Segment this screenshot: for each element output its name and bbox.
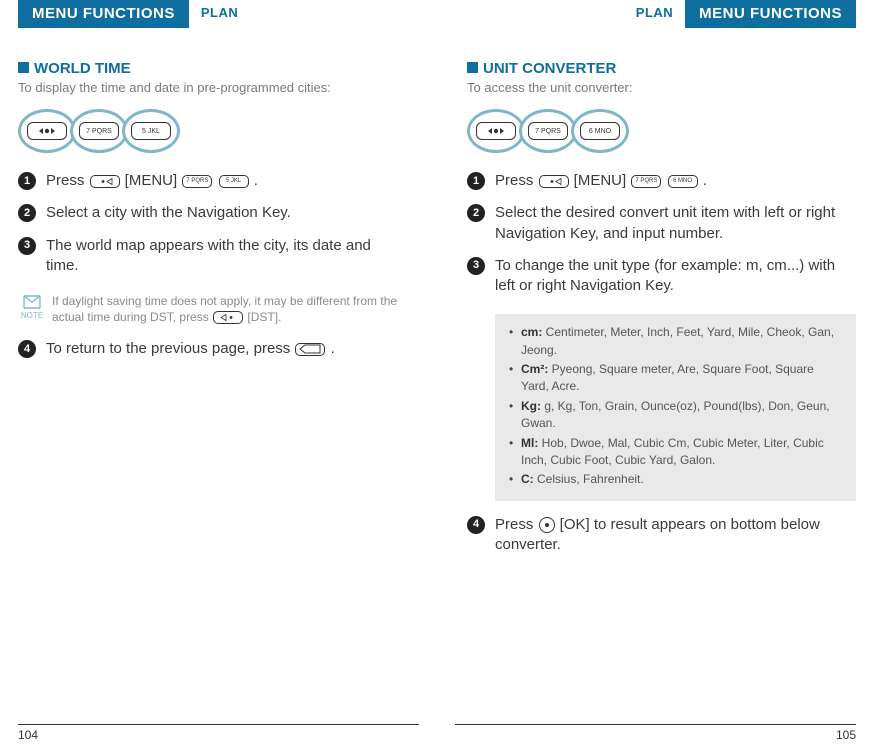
unit-cm: cm: Centimeter, Meter, Inch, Feet, Yard,… xyxy=(509,324,844,359)
step1-text-a: Press xyxy=(46,172,89,189)
unit-c: C: Celsius, Fahrenheit. xyxy=(509,471,844,488)
key-dpad-icon xyxy=(18,109,76,153)
unit-info-box: cm: Centimeter, Meter, Inch, Feet, Yard,… xyxy=(495,314,856,501)
step-num-3-icon: 3 xyxy=(18,237,36,255)
unit-cm2: Cm²: Pyeong, Square meter, Are, Square F… xyxy=(509,361,844,396)
step-num-2-icon: 2 xyxy=(467,204,485,222)
unit-kg: Kg: g, Kg, Ton, Grain, Ounce(oz), Pound(… xyxy=(509,398,844,433)
step-num-2-icon: 2 xyxy=(18,204,36,222)
tab-plan-right: PLAN xyxy=(624,0,685,26)
page-number-left: 104 xyxy=(18,728,38,742)
section-title-world-time: WORLD TIME xyxy=(18,60,407,77)
step-1-right: 1 Press [MENU] 7 PQRS 6 MNO . xyxy=(467,171,856,191)
header-left: MENU FUNCTIONS PLAN xyxy=(18,0,407,32)
softkey-right-mini-icon xyxy=(213,311,243,324)
key-6-icon: 6 MNO xyxy=(571,109,629,153)
rstep2-text: Select the desired convert unit item wit… xyxy=(495,203,856,244)
page-left: MENU FUNCTIONS PLAN WORLD TIME To displa… xyxy=(0,0,437,754)
header-right: PLAN MENU FUNCTIONS xyxy=(467,0,856,32)
step1-text-c: . xyxy=(250,172,258,189)
rstep1-text-b: [MENU] xyxy=(570,172,631,189)
note-icon: NOTE xyxy=(18,294,46,321)
step4-text-b: . xyxy=(326,340,334,357)
unit-ml: Ml: Hob, Dwoe, Mal, Cubic Cm, Cubic Mete… xyxy=(509,435,844,470)
tab-menu-functions: MENU FUNCTIONS xyxy=(18,0,189,28)
unit-converter-heading: UNIT CONVERTER xyxy=(483,60,616,77)
step-2: 2 Select a city with the Navigation Key. xyxy=(18,203,407,223)
step4-text-a: To return to the previous page, press xyxy=(46,340,294,357)
step-num-1-icon: 1 xyxy=(467,172,485,190)
page-right: PLAN MENU FUNCTIONS UNIT CONVERTER To ac… xyxy=(437,0,874,754)
softkey-left-icon xyxy=(539,175,569,188)
step3-text: The world map appears with the city, its… xyxy=(46,236,407,277)
key-7-mini-icon: 7 PQRS xyxy=(631,175,661,188)
step-num-4-icon: 4 xyxy=(467,516,485,534)
key-sequence-right: 7 PQRS 6 MNO xyxy=(467,109,856,153)
step-num-1-icon: 1 xyxy=(18,172,36,190)
key-sequence-left: 7 PQRS 5 JKL xyxy=(18,109,407,153)
step-3: 3 The world map appears with the city, i… xyxy=(18,236,407,277)
footer-left: 104 xyxy=(18,724,419,742)
tab-plan: PLAN xyxy=(189,0,250,26)
key-5-icon: 5 JKL xyxy=(122,109,180,153)
note-block: NOTE If daylight saving time does not ap… xyxy=(18,294,407,325)
note-label: NOTE xyxy=(18,311,46,321)
tab-menu-functions-right: MENU FUNCTIONS xyxy=(685,0,856,28)
unit-converter-subtitle: To access the unit converter: xyxy=(467,80,856,95)
step-1: 1 Press [MENU] 7 PQRS 5 JKL . xyxy=(18,171,407,191)
key-7-icon: 7 PQRS xyxy=(70,109,128,153)
footer-right: 105 xyxy=(455,724,856,742)
rstep3-text: To change the unit type (for example: m,… xyxy=(495,256,856,297)
clr-key-icon xyxy=(295,343,325,356)
world-time-subtitle: To display the time and date in pre-prog… xyxy=(18,80,407,95)
step1-text-b: [MENU] xyxy=(121,172,182,189)
rstep1-text-a: Press xyxy=(495,172,538,189)
step-4-right: 4 Press [OK] to result appears on bottom… xyxy=(467,515,856,556)
step2-text: Select a city with the Navigation Key. xyxy=(46,203,407,223)
key-7-mini-icon: 7 PQRS xyxy=(182,175,212,188)
key-dpad-icon xyxy=(467,109,525,153)
step-4: 4 To return to the previous page, press … xyxy=(18,339,407,359)
page-number-right: 105 xyxy=(836,728,856,742)
note-text-b: [DST]. xyxy=(244,310,281,324)
step-num-4-icon: 4 xyxy=(18,340,36,358)
step-num-3-icon: 3 xyxy=(467,257,485,275)
square-bullet-icon xyxy=(467,62,478,73)
section-title-unit-converter: UNIT CONVERTER xyxy=(467,60,856,77)
square-bullet-icon xyxy=(18,62,29,73)
key-7-icon: 7 PQRS xyxy=(519,109,577,153)
step-3-right: 3 To change the unit type (for example: … xyxy=(467,256,856,297)
ok-key-icon xyxy=(539,517,555,533)
key-6-mini-icon: 6 MNO xyxy=(668,175,698,188)
softkey-left-icon xyxy=(90,175,120,188)
world-time-heading: WORLD TIME xyxy=(34,60,131,77)
rstep1-text-c: . xyxy=(699,172,707,189)
key-5-mini-icon: 5 JKL xyxy=(219,175,249,188)
rstep4-text-a: Press xyxy=(495,516,538,533)
step-2-right: 2 Select the desired convert unit item w… xyxy=(467,203,856,244)
